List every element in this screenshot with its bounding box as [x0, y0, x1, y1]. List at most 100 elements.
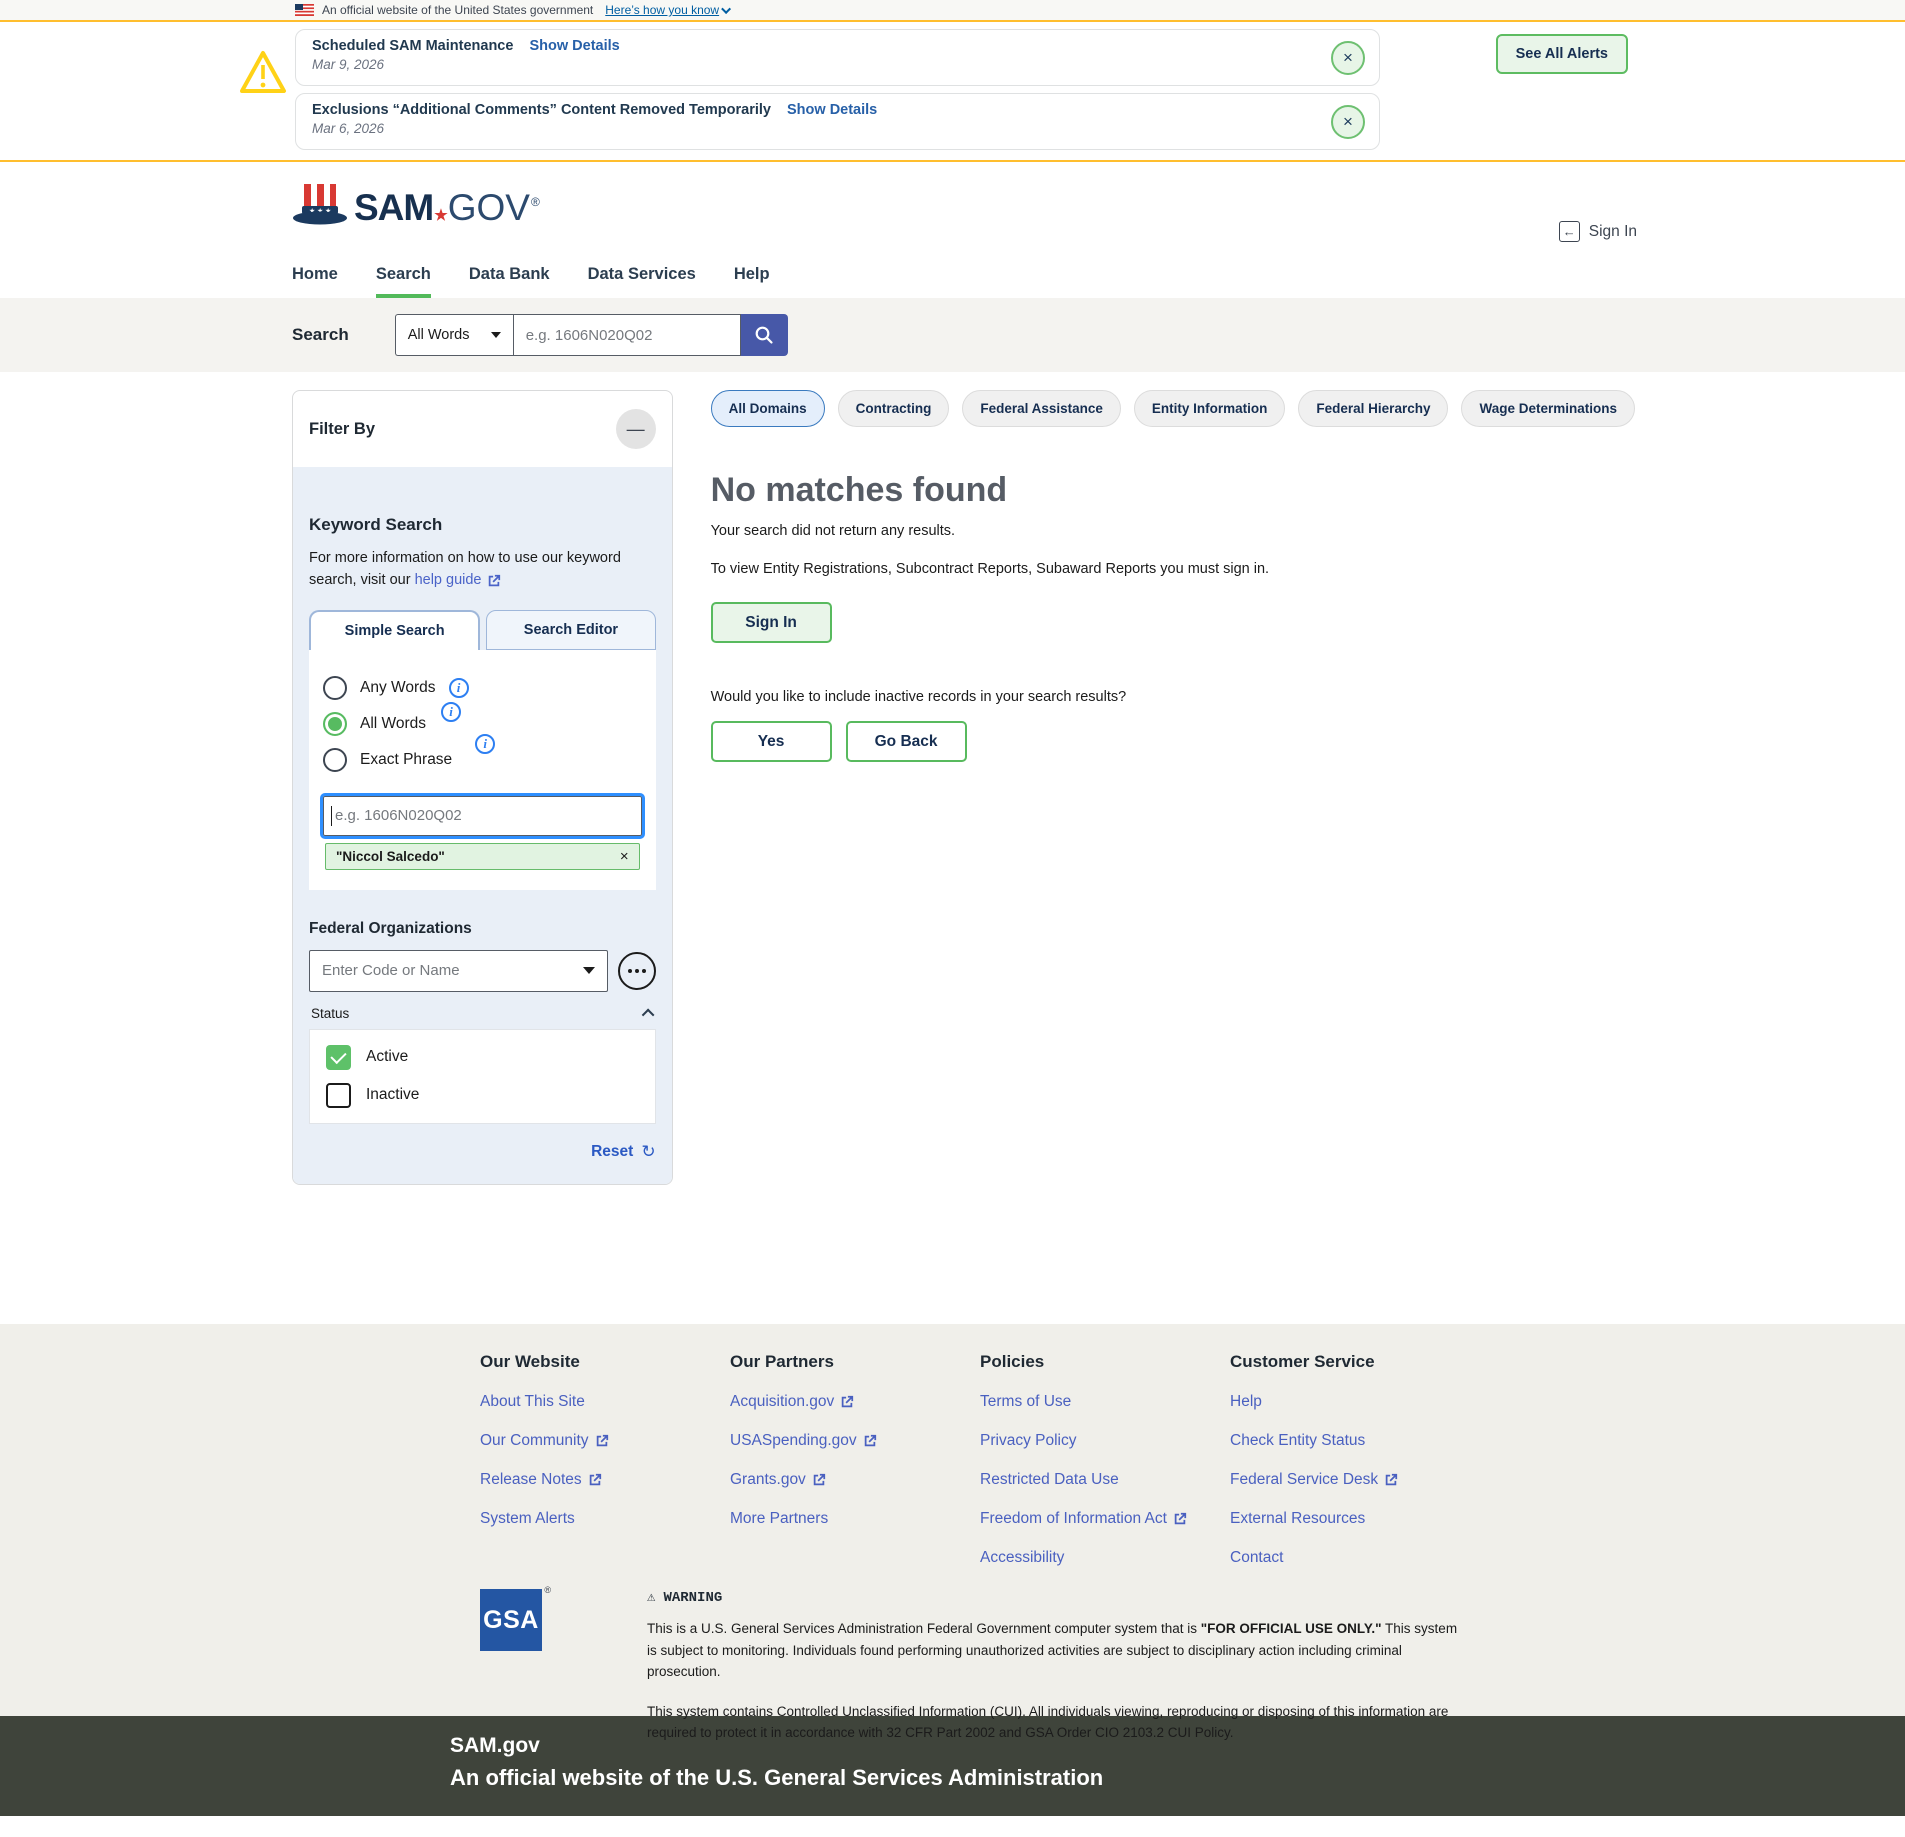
nav-item-help[interactable]: Help [734, 254, 770, 298]
federal-organizations-combobox[interactable]: Enter Code or Name [309, 950, 608, 992]
domain-pill-contracting[interactable]: Contracting [838, 390, 950, 427]
footer-link-terms-of-use[interactable]: Terms of Use [980, 1393, 1071, 1411]
inactive-checkbox[interactable] [326, 1083, 351, 1108]
domain-pill-entity-information[interactable]: Entity Information [1134, 390, 1286, 427]
search-submit-button[interactable] [741, 314, 788, 356]
search-input[interactable]: e.g. 1606N020Q02 [513, 314, 741, 356]
footer-link-grants-gov[interactable]: Grants.gov [730, 1471, 826, 1489]
show-details-link[interactable]: Show Details [529, 38, 619, 54]
search-band-label: Search [292, 325, 349, 345]
nav-item-data-services[interactable]: Data Services [588, 254, 696, 298]
footer-link-our-community[interactable]: Our Community [480, 1432, 609, 1450]
minus-icon: — [627, 419, 645, 440]
exact-phrase-label: Exact Phrase [360, 751, 452, 769]
footer-link-check-entity-status[interactable]: Check Entity Status [1230, 1432, 1365, 1450]
footer-link-release-notes[interactable]: Release Notes [480, 1471, 602, 1489]
nav-item-data-bank[interactable]: Data Bank [469, 254, 550, 298]
search-icon [753, 324, 775, 346]
footer-link-more-partners[interactable]: More Partners [730, 1510, 828, 1528]
footer-link-usaspending-gov[interactable]: USASpending.gov [730, 1432, 877, 1450]
footer-link-foia[interactable]: Freedom of Information Act [980, 1510, 1187, 1528]
no-matches-title: No matches found [711, 471, 1635, 510]
logo-star-icon: ★ [434, 208, 446, 223]
sign-in-button[interactable]: Sign In [711, 602, 832, 643]
external-link-icon [840, 1395, 854, 1409]
warning-triangle-icon [238, 48, 288, 96]
logo-sam-text: SAM [354, 189, 433, 226]
info-icon[interactable]: i [475, 734, 495, 754]
domain-pill-federal-hierarchy[interactable]: Federal Hierarchy [1298, 390, 1448, 427]
footer-link-acquisition-gov[interactable]: Acquisition.gov [730, 1393, 854, 1411]
us-flag-icon [295, 4, 314, 16]
how-you-know-link[interactable]: Here’s how you know [605, 3, 731, 17]
nav-item-home[interactable]: Home [292, 254, 338, 298]
go-back-button[interactable]: Go Back [846, 721, 967, 762]
see-all-alerts-button[interactable]: See All Alerts [1496, 34, 1628, 74]
footer-link-about-this-site[interactable]: About This Site [480, 1393, 585, 1411]
footer-link-external-resources[interactable]: External Resources [1230, 1510, 1365, 1528]
help-guide-link[interactable]: help guide [415, 569, 501, 591]
footer-link-federal-service-desk[interactable]: Federal Service Desk [1230, 1471, 1398, 1489]
search-mode-select[interactable]: All Words [395, 314, 513, 356]
all-words-label: All Words [360, 715, 426, 733]
inactive-records-question: Would you like to include inactive recor… [711, 689, 1635, 705]
tab-simple-search[interactable]: Simple Search [309, 610, 480, 650]
yes-button[interactable]: Yes [711, 721, 832, 762]
info-icon[interactable]: i [441, 702, 461, 722]
exact-phrase-radio[interactable] [323, 748, 347, 772]
status-options: Active Inactive [309, 1029, 656, 1124]
gsa-logo: GSA ® [480, 1589, 542, 1744]
warning-paragraph-1: This is a U.S. General Services Administ… [647, 1618, 1459, 1683]
federal-organizations-more-button[interactable] [618, 952, 656, 990]
main-nav: Home Search Data Bank Data Services Help [0, 254, 1905, 298]
alert-close-button[interactable]: × [1331, 41, 1365, 75]
all-words-radio[interactable] [323, 712, 347, 736]
collapse-filters-button[interactable]: — [616, 409, 656, 449]
refresh-icon[interactable]: ↻ [641, 1142, 655, 1162]
filter-body: Keyword Search For more information on h… [293, 467, 672, 1184]
nav-item-search[interactable]: Search [376, 254, 431, 298]
footer-link-accessibility[interactable]: Accessibility [980, 1549, 1064, 1567]
active-checkbox[interactable] [326, 1045, 351, 1070]
alert-close-button[interactable]: × [1331, 105, 1365, 139]
chevron-down-icon [721, 4, 731, 14]
footer-col-customer-service: Customer Service Help Check Entity Statu… [1230, 1352, 1480, 1567]
alert-stack: Scheduled SAM Maintenance Show Details M… [295, 29, 1380, 150]
keyword-tabs: Simple Search Search Editor [309, 610, 656, 650]
show-details-link[interactable]: Show Details [787, 102, 877, 118]
tab-search-editor[interactable]: Search Editor [486, 610, 655, 650]
status-option-inactive: Inactive [326, 1083, 639, 1108]
footer-col-heading: Our Website [480, 1352, 730, 1372]
footer-link-restricted-data-use[interactable]: Restricted Data Use [980, 1471, 1119, 1489]
footer-link-contact[interactable]: Contact [1230, 1549, 1283, 1567]
header-sign-in[interactable]: ← Sign In [1559, 221, 1637, 242]
select-arrow-icon [491, 332, 501, 338]
footer-link-privacy-policy[interactable]: Privacy Policy [980, 1432, 1076, 1450]
keyword-chip-label: "Niccol Salcedo" [336, 849, 445, 864]
domain-pill-federal-assistance[interactable]: Federal Assistance [962, 390, 1121, 427]
keyword-search-description: For more information on how to use our k… [309, 547, 656, 592]
filter-panel: Filter By — Keyword Search For more info… [292, 390, 673, 1185]
any-words-radio[interactable] [323, 676, 347, 700]
warning-block: ⚠ WARNING This is a U.S. General Service… [647, 1589, 1459, 1744]
info-icon[interactable]: i [449, 678, 469, 698]
any-words-label: Any Words [360, 679, 436, 697]
status-label: Status [311, 1006, 349, 1021]
close-icon: × [1343, 48, 1353, 68]
select-arrow-icon [583, 967, 595, 974]
sam-gov-logo[interactable]: ★★★ SAM★GOV® [292, 182, 1905, 226]
inactive-label: Inactive [366, 1086, 419, 1104]
alerts-section: Scheduled SAM Maintenance Show Details M… [0, 22, 1905, 162]
footer-link-help[interactable]: Help [1230, 1393, 1262, 1411]
chevron-up-icon[interactable] [641, 1008, 654, 1021]
chip-remove-icon[interactable]: × [620, 848, 629, 865]
domain-pill-wage-determinations[interactable]: Wage Determinations [1461, 390, 1635, 427]
footer-dark-subtitle: An official website of the U.S. General … [450, 1765, 1905, 1791]
footer-link-system-alerts[interactable]: System Alerts [480, 1510, 575, 1528]
gov-banner-text: An official website of the United States… [322, 3, 593, 17]
keyword-input[interactable]: e.g. 1606N020Q02 [323, 796, 642, 836]
domain-pill-all-domains[interactable]: All Domains [711, 390, 825, 427]
warning-title: ⚠ WARNING [647, 1589, 1459, 1606]
keyword-chip: "Niccol Salcedo" × [325, 843, 640, 870]
reset-link[interactable]: Reset [591, 1143, 633, 1161]
